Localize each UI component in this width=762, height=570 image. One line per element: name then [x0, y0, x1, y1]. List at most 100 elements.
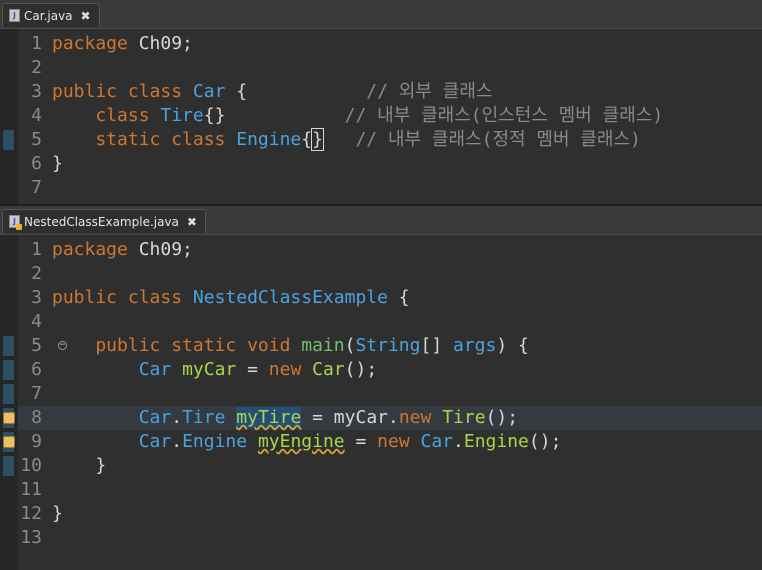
- code-token: // 내부 클래스(인스턴스 멤버 클래스): [344, 105, 664, 126]
- code-line[interactable]: 1 package Ch09;: [18, 32, 762, 56]
- close-icon[interactable]: ✖: [81, 9, 91, 23]
- code-token: package: [52, 33, 139, 54]
- code-line[interactable]: 9 Car.Engine myEngine = new Car.Engine()…: [18, 430, 762, 454]
- code-token: ();: [344, 359, 378, 380]
- code-text[interactable]: }: [52, 454, 106, 478]
- code-token: = myCar.: [301, 407, 399, 428]
- code-token: public static void: [52, 335, 302, 356]
- warning-marker-icon[interactable]: [3, 436, 15, 448]
- line-number: 6: [31, 359, 42, 380]
- code-text[interactable]: public class NestedClassExample {: [52, 286, 410, 310]
- line-number: 4: [31, 105, 42, 126]
- line-number: 3: [31, 81, 42, 102]
- line-number: 3: [31, 287, 42, 308]
- code-token: Ch09;: [138, 33, 193, 54]
- code-text[interactable]: package Ch09;: [52, 238, 193, 262]
- change-marker: [3, 130, 14, 150]
- line-number: 1: [31, 239, 42, 260]
- code-text[interactable]: public class Car { // 외부 클래스: [52, 80, 492, 104]
- code-line[interactable]: 1 package Ch09;: [18, 238, 762, 262]
- code-line[interactable]: 3 public class Car { // 외부 클래스: [18, 80, 762, 104]
- java-file-warning-icon: J: [9, 215, 22, 230]
- code-token: myCar: [182, 359, 237, 380]
- code-token: .: [171, 431, 183, 452]
- code-text[interactable]: public static void main(String[] args) {: [52, 334, 529, 358]
- editor-pane-nested[interactable]: J NestedClassExample.java ✖ 1 package Ch0…: [0, 206, 762, 570]
- code-token: // 외부 클래스: [366, 81, 493, 102]
- change-marker: [3, 456, 14, 476]
- code-token: myEngine: [257, 431, 345, 452]
- code-token: static class: [52, 129, 237, 150]
- code-token: new: [268, 359, 313, 380]
- code-editor[interactable]: 1 package Ch09; 2 3 public class Car { // 외부…: [18, 29, 762, 204]
- close-icon[interactable]: ✖: [187, 215, 197, 229]
- code-token: class: [52, 105, 161, 126]
- code-line[interactable]: 11: [18, 478, 762, 502]
- code-line[interactable]: 10 }: [18, 454, 762, 478]
- code-line[interactable]: 4: [18, 310, 762, 334]
- code-text[interactable]: }: [52, 502, 63, 526]
- code-token: {}: [203, 105, 345, 126]
- code-token: Car: [138, 407, 172, 428]
- code-token: public class: [52, 81, 193, 102]
- code-editor[interactable]: 1 package Ch09; 2 3 public class NestedClass…: [18, 235, 762, 570]
- code-line[interactable]: 7: [18, 382, 762, 406]
- line-number: 9: [31, 431, 42, 452]
- code-token: // 내부 클래스(정적 멤버 클래스): [355, 129, 641, 150]
- java-file-icon: J: [9, 9, 20, 22]
- code-line[interactable]: 8 Car.Tire myTire = myCar.new Tire();: [18, 406, 762, 430]
- code-token: ) {: [496, 335, 529, 356]
- code-line[interactable]: 13: [18, 526, 762, 550]
- change-marker: [3, 336, 14, 356]
- fold-toggle-icon[interactable]: −: [58, 341, 67, 350]
- code-text[interactable]: Car.Tire myTire = myCar.new Tire();: [52, 406, 518, 430]
- marker-gutter[interactable]: [0, 29, 18, 204]
- code-line[interactable]: 2: [18, 262, 762, 286]
- change-marker: [3, 384, 14, 404]
- code-token: Car: [312, 359, 345, 380]
- code-token: Ch09;: [138, 239, 193, 260]
- code-text[interactable]: }: [52, 152, 63, 176]
- code-token: Car: [192, 81, 226, 102]
- code-token: .: [171, 407, 183, 428]
- code-token: =: [236, 359, 269, 380]
- code-token: Tire: [182, 407, 226, 428]
- code-line[interactable]: 4 class Tire{} // 내부 클래스(인스턴스 멤버 클래스): [18, 104, 762, 128]
- warning-marker-icon[interactable]: [3, 412, 15, 424]
- tab-nestedclassexample-java[interactable]: J NestedClassExample.java ✖: [2, 209, 206, 233]
- code-line[interactable]: 2: [18, 56, 762, 80]
- code-line[interactable]: 6}: [18, 152, 762, 176]
- code-line[interactable]: 6 Car myCar = new Car();: [18, 358, 762, 382]
- code-text[interactable]: package Ch09;: [52, 32, 193, 56]
- code-token: Car: [138, 359, 172, 380]
- code-text[interactable]: class Tire{} // 내부 클래스(인스턴스 멤버 클래스): [52, 104, 663, 128]
- code-token: args: [453, 335, 497, 356]
- code-text[interactable]: Car.Engine myEngine = new Car.Engine();: [52, 430, 562, 454]
- code-line[interactable]: 12}: [18, 502, 762, 526]
- tab-car-java[interactable]: J Car.java ✖: [2, 3, 100, 27]
- code-token: new: [377, 431, 421, 452]
- tab-label: NestedClassExample.java: [24, 214, 179, 229]
- code-token: new: [398, 407, 443, 428]
- code-token: ();: [485, 407, 519, 428]
- line-number: 13: [20, 527, 42, 548]
- code-token: Engine: [463, 431, 529, 452]
- marker-gutter[interactable]: [0, 235, 18, 570]
- code-text[interactable]: Car myCar = new Car();: [52, 358, 377, 382]
- code-text[interactable]: static class Engine{} // 내부 클래스(정적 멤버 클래…: [52, 128, 641, 152]
- tab-bar: J Car.java ✖: [0, 0, 762, 29]
- code-line[interactable]: 3 public class NestedClassExample {: [18, 286, 762, 310]
- code-token: {: [225, 81, 367, 102]
- editor-pane-car[interactable]: J Car.java ✖ 1 package Ch09; 2 3 public clas…: [0, 0, 762, 204]
- code-line[interactable]: 5 static class Engine{} // 내부 클래스(정적 멤버 …: [18, 128, 762, 152]
- code-token: Tire: [442, 407, 486, 428]
- code-line[interactable]: 5 public static void main(String[] args)…: [18, 334, 762, 358]
- code-token: myTire: [236, 407, 302, 428]
- code-line[interactable]: 7: [18, 176, 762, 200]
- change-marker: [3, 360, 14, 380]
